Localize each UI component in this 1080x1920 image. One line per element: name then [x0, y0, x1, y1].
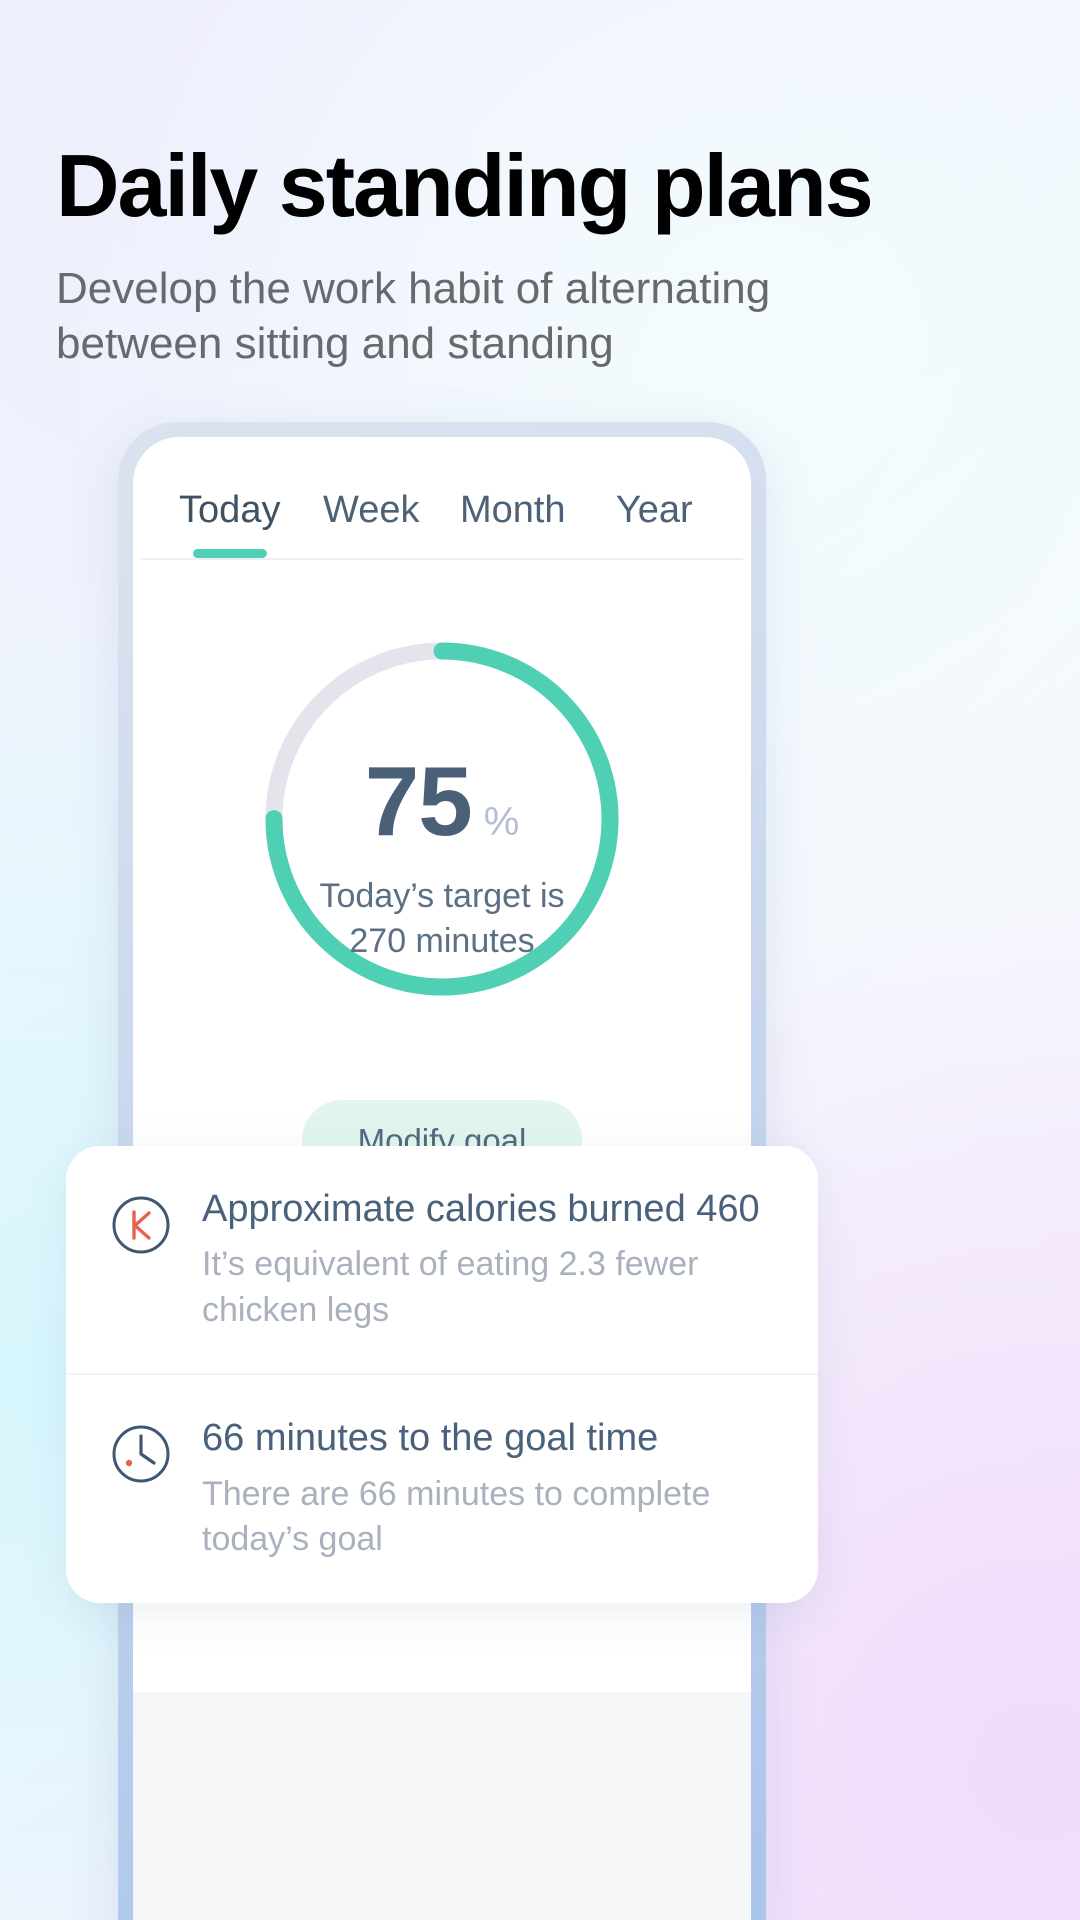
- tab-year-label: Year: [615, 489, 693, 531]
- progress-ring-center-label: 75 % Today’s target is 270 minutes: [133, 752, 751, 964]
- kcal-circle-icon: [112, 1196, 170, 1254]
- tab-month[interactable]: Month: [442, 489, 584, 558]
- tab-year[interactable]: Year: [584, 489, 726, 558]
- info-card-description: It’s equivalent of eating 2.3 fewer chic…: [202, 1245, 699, 1329]
- info-card-description: There are 66 minutes to complete today’s…: [202, 1474, 711, 1559]
- percent-line: 75 %: [133, 752, 751, 850]
- tab-today-label: Today: [179, 489, 281, 531]
- tab-week[interactable]: Week: [301, 489, 443, 558]
- page-subtitle: Develop the work habit of alternating be…: [56, 264, 771, 368]
- info-card-title: 66 minutes to the goal time: [202, 1417, 659, 1460]
- info-card-goal-time[interactable]: 66 minutes to the goal time There are 66…: [66, 1373, 818, 1602]
- header: Daily standing plans Develop the work ha…: [56, 136, 1016, 371]
- info-card-body: Approximate calories burned 460 It’s equ…: [202, 1186, 778, 1333]
- info-card-title: Approximate calories burned 460: [202, 1188, 760, 1230]
- screen-lower-panel: [133, 1692, 751, 1920]
- info-card-body: 66 minutes to the goal time There are 66…: [202, 1415, 778, 1562]
- info-card-list: Approximate calories burned 460 It’s equ…: [66, 1146, 818, 1603]
- tab-today[interactable]: Today: [159, 489, 301, 558]
- percent-symbol: %: [483, 800, 520, 844]
- percent-value: 75: [364, 746, 473, 856]
- info-card-calories[interactable]: Approximate calories burned 460 It’s equ…: [66, 1146, 818, 1373]
- target-text-line-2: 270 minutes: [349, 921, 535, 960]
- page-title: Daily standing plans: [56, 136, 874, 235]
- target-text: Today’s target is 270 minutes: [133, 874, 751, 964]
- tab-active-indicator: [192, 549, 267, 558]
- tab-week-label: Week: [323, 489, 420, 531]
- clock-icon: [112, 1425, 170, 1483]
- tab-bar: Today Week Month Year: [133, 437, 751, 558]
- tab-bar-divider: [141, 558, 743, 560]
- tab-month-label: Month: [459, 489, 566, 531]
- target-text-line-1: Today’s target is: [319, 877, 565, 915]
- progress-ring: 75 % Today’s target is 270 minutes: [133, 634, 751, 1074]
